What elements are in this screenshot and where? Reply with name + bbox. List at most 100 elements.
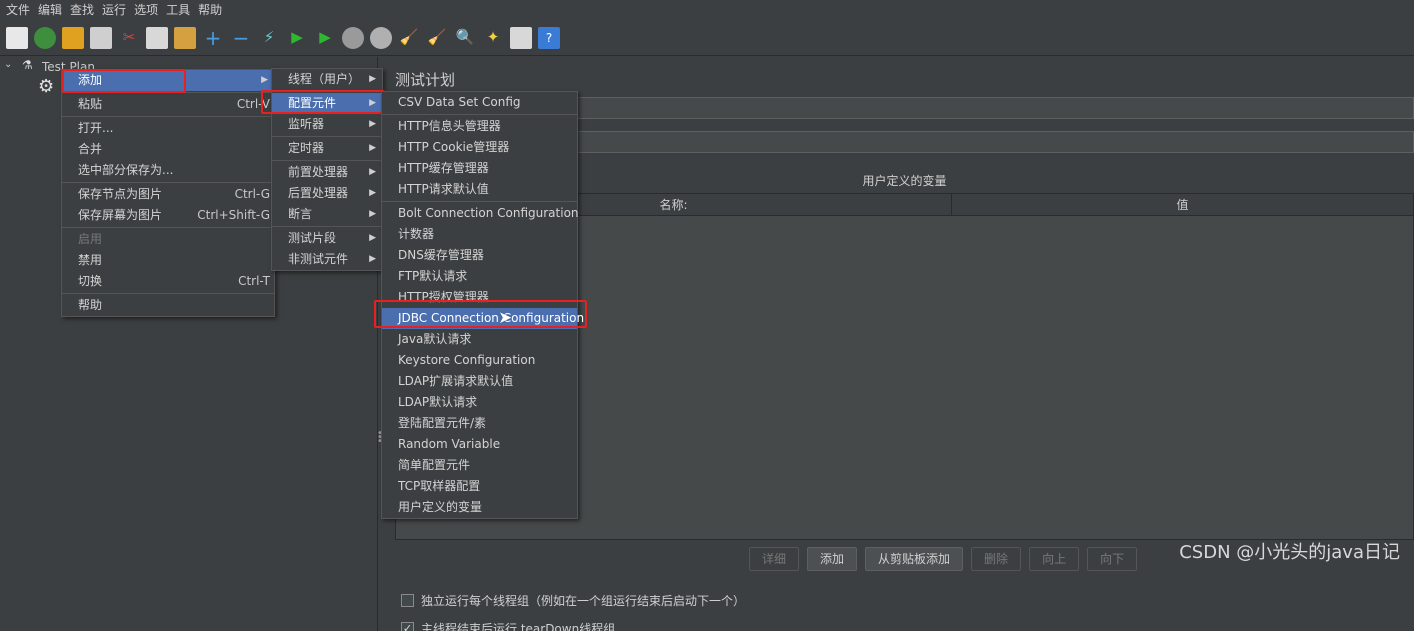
submenu-item-test-fragment[interactable]: 测试片段 ▶	[272, 228, 382, 249]
menu-item-label: 保存屏幕为图片	[78, 208, 163, 222]
templates-icon[interactable]	[34, 26, 56, 49]
menu-item-label: 切换	[78, 274, 103, 288]
config-item-counter[interactable]: 计数器	[382, 224, 577, 245]
move-down-button[interactable]: 向下	[1087, 547, 1138, 571]
menu-item-disable[interactable]: 禁用	[62, 250, 274, 271]
config-item-login[interactable]: 登陆配置元件/素	[382, 413, 577, 434]
checkbox-box-checked[interactable]: ✓	[401, 622, 414, 631]
collapse-icon[interactable]: −	[230, 27, 252, 49]
config-item-ldap-ext[interactable]: LDAP扩展请求默认值	[382, 371, 577, 392]
reset-search-icon[interactable]: ✦	[482, 27, 504, 49]
submenu-arrow-icon: ▶	[369, 209, 376, 219]
panel-title: 测试计划	[395, 71, 456, 89]
menu-search[interactable]: 查找	[66, 0, 98, 20]
menu-help[interactable]: 帮助	[194, 0, 226, 20]
menu-item-merge[interactable]: 合并	[62, 139, 274, 160]
serialize-threadgroups-checkbox[interactable]: 独立运行每个线程组（例如在一个组运行结束后启动下一个）	[401, 592, 745, 609]
table-buttons: 详细 添加 从剪贴板添加 删除 向上 向下	[749, 547, 1145, 571]
submenu-arrow-icon: ▶	[369, 119, 376, 129]
config-item-http-cookie[interactable]: HTTP Cookie管理器	[382, 137, 577, 158]
submenu-arrow-icon: ▶	[369, 167, 376, 177]
toggle-icon[interactable]: ⚡	[258, 27, 280, 49]
config-item-http-defaults[interactable]: HTTP请求默认值	[382, 179, 577, 200]
checkbox-box[interactable]	[401, 594, 414, 607]
menu-edit[interactable]: 编辑	[34, 0, 66, 20]
menu-item-paste[interactable]: 粘贴 Ctrl-V	[62, 94, 274, 115]
save-icon[interactable]	[90, 26, 112, 49]
menu-separator	[272, 226, 382, 227]
menu-item-save-node-image[interactable]: 保存节点为图片 Ctrl-G	[62, 184, 274, 205]
clear-all-icon[interactable]: 🧹	[426, 27, 448, 49]
submenu-item-post-processor[interactable]: 后置处理器 ▶	[272, 183, 382, 204]
open-icon[interactable]	[62, 26, 84, 49]
submenu-item-pre-processor[interactable]: 前置处理器 ▶	[272, 162, 382, 183]
shutdown-icon[interactable]	[370, 26, 392, 49]
tree-expand-icon[interactable]: ⌄	[4, 59, 12, 70]
config-item-simple[interactable]: 简单配置元件	[382, 455, 577, 476]
move-up-button[interactable]: 向上	[1029, 547, 1080, 571]
new-icon[interactable]	[6, 26, 28, 49]
menu-run[interactable]: 运行	[98, 0, 130, 20]
stop-icon[interactable]	[342, 26, 364, 49]
menu-item-label: 断言	[288, 207, 313, 221]
menu-options[interactable]: 选项	[130, 0, 162, 20]
help-icon[interactable]: ?	[538, 26, 560, 49]
menu-separator	[382, 114, 577, 115]
menu-item-open[interactable]: 打开...	[62, 118, 274, 139]
submenu-arrow-icon: ▶	[369, 233, 376, 243]
menu-file[interactable]: 文件	[2, 0, 34, 20]
highlight-jdbc	[374, 300, 587, 328]
config-item-bolt[interactable]: Bolt Connection Configuration	[382, 203, 579, 224]
add-button[interactable]: 添加	[807, 547, 858, 571]
watermark: CSDN @小光头的java日记	[1179, 542, 1400, 563]
submenu-arrow-icon: ▶	[369, 74, 376, 84]
menu-tools[interactable]: 工具	[162, 0, 194, 20]
column-header-value[interactable]: 值	[952, 194, 1413, 216]
menu-item-save-screen-image[interactable]: 保存屏幕为图片 Ctrl+Shift-G	[62, 205, 274, 226]
clear-icon[interactable]: 🧹	[398, 27, 420, 49]
config-item-random-var[interactable]: Random Variable	[382, 434, 577, 455]
config-item-http-header[interactable]: HTTP信息头管理器	[382, 116, 577, 137]
menu-item-label: 后置处理器	[288, 186, 349, 200]
paste-icon[interactable]	[174, 26, 196, 49]
cut-icon[interactable]: ✂	[118, 27, 140, 49]
context-menu: 添加 ▶ 粘贴 Ctrl-V 打开... 合并 选中部分保存为... 保存节点为图片…	[61, 69, 275, 317]
detail-button[interactable]: 详细	[749, 547, 800, 571]
menu-bar: 文件 编辑 查找 运行 选项 工具 帮助	[0, 0, 1414, 20]
config-item-ldap[interactable]: LDAP默认请求	[382, 392, 577, 413]
menu-item-help[interactable]: 帮助	[62, 295, 274, 316]
mouse-cursor-icon: ➤	[498, 308, 513, 328]
submenu-arrow-icon: ▶	[261, 75, 268, 85]
config-item-tcp[interactable]: TCP取样器配置	[382, 476, 577, 497]
copy-icon[interactable]	[146, 26, 168, 49]
menu-item-toggle[interactable]: 切换 Ctrl-T	[62, 271, 274, 292]
config-item-dns-cache[interactable]: DNS缓存管理器	[382, 245, 577, 266]
config-item-user-vars[interactable]: 用户定义的变量	[382, 497, 577, 518]
expand-icon[interactable]: +	[202, 27, 224, 49]
config-item-java-defaults[interactable]: Java默认请求	[382, 329, 577, 350]
menu-item-save-selection[interactable]: 选中部分保存为...	[62, 160, 274, 181]
add-from-clipboard-button[interactable]: 从剪贴板添加	[865, 547, 964, 571]
config-item-keystore[interactable]: Keystore Configuration	[382, 350, 577, 371]
submenu-item-assertion[interactable]: 断言 ▶	[272, 204, 382, 225]
start-no-pause-icon[interactable]: ▶	[314, 27, 336, 49]
teardown-on-shutdown-checkbox[interactable]: ✓ 主线程结束后运行 tearDown线程组	[401, 620, 615, 631]
config-item-http-cache[interactable]: HTTP缓存管理器	[382, 158, 577, 179]
menu-item-label: 前置处理器	[288, 165, 349, 179]
highlight-add	[62, 69, 186, 93]
submenu-item-threads[interactable]: 线程（用户） ▶	[272, 69, 382, 90]
highlight-config-element	[261, 90, 385, 114]
submenu-item-non-test[interactable]: 非测试元件 ▶	[272, 249, 382, 270]
submenu-item-timer[interactable]: 定时器 ▶	[272, 138, 382, 159]
config-item-csv[interactable]: CSV Data Set Config	[382, 92, 577, 113]
start-icon[interactable]: ▶	[286, 27, 308, 49]
function-helper-icon[interactable]	[510, 26, 532, 49]
config-item-ftp-defaults[interactable]: FTP默认请求	[382, 266, 577, 287]
menu-item-enable[interactable]: 启用	[62, 229, 274, 250]
menu-separator	[62, 227, 274, 228]
delete-button[interactable]: 删除	[971, 547, 1022, 571]
submenu-item-listener[interactable]: 监听器 ▶	[272, 114, 382, 135]
menu-separator	[62, 293, 274, 294]
gear-icon: ⚙	[38, 76, 55, 97]
search-icon[interactable]: 🔍	[454, 27, 476, 49]
